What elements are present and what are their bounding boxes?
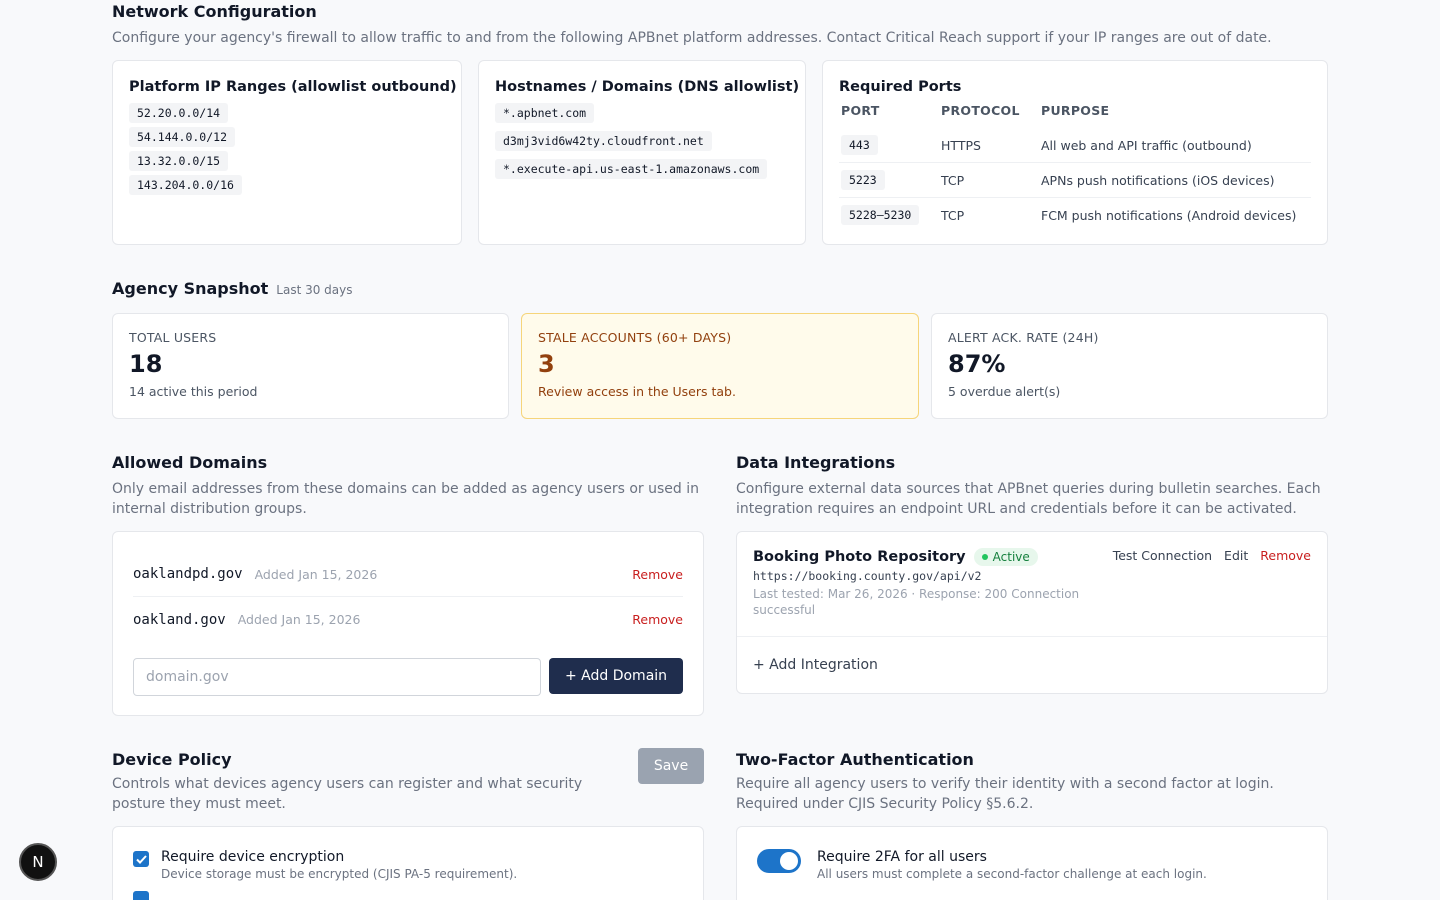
remove-domain-button[interactable]: Remove (632, 567, 683, 582)
encryption-checkbox[interactable] (133, 851, 149, 867)
alert-ack-card: ALERT ACK. RATE (24H) 87% 5 overdue aler… (931, 313, 1328, 419)
list-item: oaklandpd.gov Added Jan 15, 2026 Remove (133, 552, 683, 597)
stat-value: 18 (129, 350, 163, 378)
stale-accounts-card: STALE ACCOUNTS (60+ DAYS) 3 Review acces… (521, 313, 919, 419)
integration-item: Booking Photo Repository Active https://… (737, 532, 1327, 637)
port-value: 443 (841, 135, 878, 155)
device-policy-card: Require device encryption Device storage… (112, 826, 704, 900)
next-device-option (133, 889, 683, 900)
integration-actions: Test Connection Edit Remove (1113, 548, 1311, 563)
add-domain-form: + Add Domain (133, 658, 683, 696)
two-factor-description: Require all agency users to verify their… (736, 776, 1274, 812)
save-button[interactable]: Save (638, 748, 704, 784)
port-value: 5223 (841, 170, 885, 190)
table-row: 5228–5230 TCP FCM push notifications (An… (839, 198, 1311, 233)
integration-name: Booking Photo Repository (753, 549, 966, 565)
test-connection-button[interactable]: Test Connection (1113, 548, 1212, 563)
port-column-header: PORT (841, 103, 880, 118)
stat-label: ALERT ACK. RATE (24H) (948, 330, 1099, 345)
device-policy-description: Controls what devices agency users can r… (112, 776, 583, 812)
purpose-value: FCM push notifications (Android devices) (1041, 207, 1297, 223)
status-label: Active (992, 550, 1030, 564)
domain-added-date: Added Jan 15, 2026 (254, 566, 378, 582)
ip-range-item: 52.20.0.0/14 (129, 103, 229, 123)
require-2fa-toggle[interactable] (757, 849, 801, 873)
hostnames-card: Hostnames / Domains (DNS allowlist) *.ap… (478, 60, 806, 245)
purpose-value: APNs push notifications (iOS devices) (1039, 162, 1311, 198)
port-value: 5228–5230 (841, 205, 920, 225)
domain-input[interactable] (133, 658, 541, 696)
edit-integration-button[interactable]: Edit (1224, 548, 1248, 563)
network-config-title: Network Configuration (112, 2, 317, 21)
data-integrations-card: Booking Photo Repository Active https://… (736, 531, 1328, 694)
allowed-domains-card: oaklandpd.gov Added Jan 15, 2026 Remove … (112, 531, 704, 716)
protocol-value: TCP (939, 162, 1039, 198)
total-users-card: TOTAL USERS 18 14 active this period (112, 313, 509, 419)
protocol-value: TCP (941, 207, 965, 223)
integration-test-result: Last tested: Mar 26, 2026 · Response: 20… (753, 587, 1080, 617)
stat-value: 87% (948, 350, 1006, 378)
table-row: 5223 TCP APNs push notifications (iOS de… (839, 162, 1311, 198)
ports-table-header: PORT PROTOCOL PURPOSE (839, 103, 1311, 128)
option-title: Require 2FA for all users (817, 849, 987, 865)
two-factor-title: Two-Factor Authentication (736, 750, 974, 769)
hostname-item: d3mj3vid6w42ty.cloudfront.net (495, 131, 712, 151)
data-integrations-title: Data Integrations (736, 453, 896, 472)
ip-ranges-list: 52.20.0.0/14 54.144.0.0/12 13.32.0.0/15 … (129, 103, 445, 195)
add-integration-button[interactable]: + Add Integration (737, 637, 1327, 693)
toggle-knob (780, 852, 798, 870)
stat-value: 3 (538, 350, 555, 378)
stat-note: 14 active this period (129, 384, 258, 399)
option-description: Device storage must be encrypted (CJIS P… (161, 867, 518, 881)
app-logo-badge[interactable]: N (19, 843, 57, 881)
ip-range-item: 54.144.0.0/12 (129, 127, 236, 147)
two-factor-card: Require 2FA for all users All users must… (736, 826, 1328, 900)
list-item: oakland.gov Added Jan 15, 2026 Remove (133, 597, 683, 642)
stat-note: 5 overdue alert(s) (948, 384, 1061, 399)
device-policy-title: Device Policy (112, 750, 232, 769)
ip-range-item: 13.32.0.0/15 (129, 151, 229, 171)
hostname-item: *.execute-api.us-east-1.amazonaws.com (495, 159, 768, 179)
encryption-option: Require device encryption Device storage… (133, 849, 683, 881)
domain-list: oaklandpd.gov Added Jan 15, 2026 Remove … (133, 552, 683, 642)
option-description: All users must complete a second-factor … (817, 867, 1207, 881)
remove-integration-button[interactable]: Remove (1260, 548, 1311, 563)
status-badge: Active (973, 548, 1038, 566)
hostname-item: *.apbnet.com (495, 103, 595, 123)
snapshot-header: Agency Snapshot Last 30 days (112, 279, 353, 298)
protocol-value: HTTPS (939, 128, 1039, 163)
option-title: Require device encryption (161, 849, 345, 865)
hostnames-list: *.apbnet.com d3mj3vid6w42ty.cloudfront.n… (495, 103, 789, 179)
required-ports-card: Required Ports PORT PROTOCOL PURPOSE 443… (822, 60, 1328, 245)
require-2fa-option: Require 2FA for all users All users must… (757, 849, 1307, 881)
stat-label: STALE ACCOUNTS (60+ DAYS) (538, 330, 732, 345)
data-integrations-description: Configure external data sources that APB… (736, 481, 1321, 517)
domain-name: oaklandpd.gov (133, 566, 243, 582)
table-row: 443 HTTPS All web and API traffic (outbo… (839, 128, 1311, 163)
ip-ranges-title: Platform IP Ranges (allowlist outbound) (129, 79, 457, 95)
network-config-description: Configure your agency's firewall to allo… (112, 30, 1272, 46)
add-domain-button[interactable]: + Add Domain (549, 658, 683, 694)
ip-range-item: 143.204.0.0/16 (129, 175, 242, 195)
option-checkbox[interactable] (133, 891, 149, 900)
checkmark-icon (135, 854, 147, 864)
snapshot-subtitle: Last 30 days (276, 283, 353, 297)
domain-name: oakland.gov (133, 611, 226, 628)
hostnames-title: Hostnames / Domains (DNS allowlist) (495, 79, 800, 95)
purpose-value: All web and API traffic (outbound) (1039, 128, 1311, 163)
domain-added-date: Added Jan 15, 2026 (237, 612, 361, 627)
allowed-domains-title: Allowed Domains (112, 453, 268, 472)
purpose-column-header: PURPOSE (1041, 103, 1110, 118)
required-ports-title: Required Ports (839, 79, 962, 95)
integration-url: https://booking.county.gov/api/v2 (753, 569, 982, 583)
snapshot-title: Agency Snapshot (112, 279, 269, 298)
remove-domain-button[interactable]: Remove (632, 612, 683, 627)
status-dot-icon (981, 554, 988, 560)
ports-table: PORT PROTOCOL PURPOSE 443 HTTPS All web … (839, 103, 1311, 232)
allowed-domains-description: Only email addresses from these domains … (112, 481, 699, 517)
ip-ranges-card: Platform IP Ranges (allowlist outbound) … (112, 60, 462, 245)
stat-label: TOTAL USERS (129, 330, 217, 345)
stat-note: Review access in the Users tab. (538, 384, 736, 399)
protocol-column-header: PROTOCOL (941, 103, 1020, 118)
